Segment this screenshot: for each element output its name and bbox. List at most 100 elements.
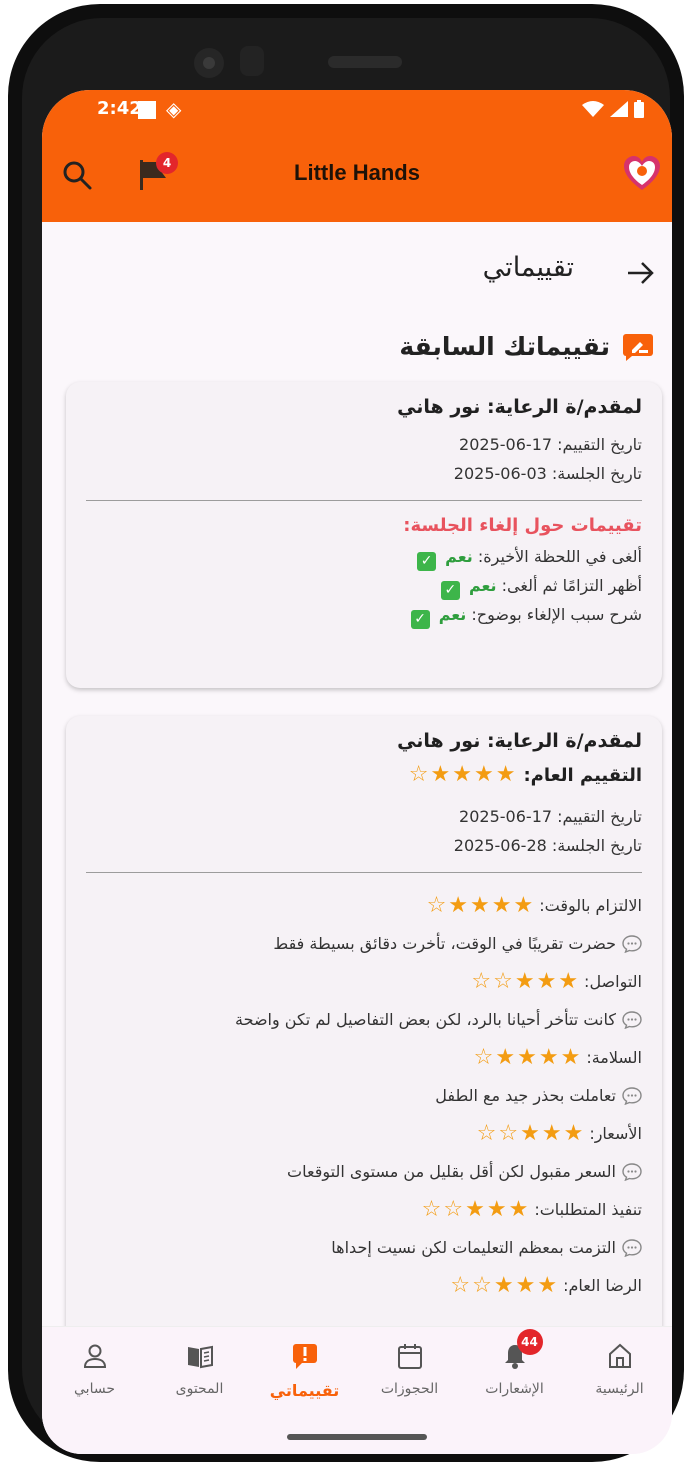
criterion-comment: السعر مقبول لكن أقل بقليل من مستوى التوق… [86, 1153, 642, 1191]
nav-notifications-label: الإشعارات [485, 1381, 544, 1397]
criterion-comment: حضرت تقريبًا في الوقت، تأخرت دقائق بسيطة… [86, 925, 642, 963]
star-rating: ★ ★ ★ ★ ☆ [409, 764, 516, 786]
sensor [240, 46, 264, 76]
nav-home[interactable]: الرئيسية [567, 1341, 672, 1411]
star-filled-icon: ★ [452, 762, 472, 787]
app-title: Little Hands [294, 160, 420, 185]
star-filled-icon: ★ [473, 762, 494, 787]
status-bar: 2:42 ◈ [42, 90, 672, 130]
cancel-item-label: أظهر التزامًا ثم ألغى: [501, 576, 642, 595]
cancel-item: شرح سبب الإلغاء بوضوح: نعم ✓ [86, 600, 642, 629]
check-icon: ✓ [410, 610, 430, 629]
star-filled-icon: ★ [536, 969, 557, 994]
content-area: تقييماتي تقييماتك السابقة لمقدم/ة الرعاي… [42, 222, 672, 1326]
home-icon [608, 1343, 631, 1368]
star-empty-icon: ☆ [408, 762, 429, 787]
bottom-navigation: الرئيسية 44 الإشعارات الحجوزات تقييماتي [42, 1326, 672, 1454]
star-empty-icon: ☆ [426, 893, 447, 918]
section-header: تقييماتك السابقة [399, 332, 654, 361]
star-rating: ★ ★ ★ ★ ☆ [474, 1047, 581, 1069]
comment-text: كانت تتأخر أحيانا بالرد، لكن بعض التفاصي… [235, 1010, 616, 1029]
criterion-label: السلامة: [586, 1048, 642, 1067]
star-empty-icon: ☆ [472, 1273, 492, 1298]
feedback-icon [292, 1344, 317, 1369]
star-empty-icon: ☆ [421, 1197, 442, 1222]
star-filled-icon: ★ [538, 1045, 559, 1070]
star-filled-icon: ★ [430, 762, 451, 787]
comment-text: السعر مقبول لكن أقل بقليل من مستوى التوق… [287, 1162, 616, 1181]
star-filled-icon: ★ [558, 969, 579, 994]
criterion-row: الالتزام بالوقت: ★ ★ ★ ★ ☆ [86, 887, 642, 925]
star-filled-icon: ★ [470, 893, 490, 918]
status-icons [582, 100, 644, 118]
book-icon [187, 1345, 213, 1369]
star-filled-icon: ★ [491, 893, 512, 918]
nav-notifications[interactable]: 44 الإشعارات [462, 1329, 567, 1411]
star-filled-icon: ★ [560, 1045, 581, 1070]
session-date: تاريخ الجلسة: 03-06-2025 [453, 464, 642, 483]
star-filled-icon: ★ [508, 1197, 529, 1222]
back-arrow-icon[interactable] [624, 258, 658, 288]
comment-icon [622, 1011, 642, 1029]
heart-logo-icon[interactable] [622, 154, 662, 194]
star-empty-icon: ☆ [493, 969, 513, 994]
star-filled-icon: ★ [495, 1045, 516, 1070]
cancel-ratings-title: تقييمات حول إلغاء الجلسة: [403, 515, 642, 536]
criterion-row: الرضا العام: ★ ★ ★ ☆ ☆ [86, 1267, 642, 1305]
star-filled-icon: ★ [448, 893, 469, 918]
battery-icon [634, 100, 644, 118]
cancel-item-value: نعم [445, 547, 473, 566]
nav-ratings-label: تقييماتي [269, 1381, 340, 1400]
nav-bookings-label: الحجوزات [380, 1381, 439, 1397]
star-filled-icon: ★ [537, 1273, 558, 1298]
criterion-comment: التزمت بمعظم التعليمات لكن نسيت إحداها [86, 1229, 642, 1267]
criterion-label: الالتزام بالوقت: [539, 896, 642, 915]
nav-ratings[interactable]: تقييماتي [252, 1341, 357, 1411]
rate-review-icon [623, 333, 653, 361]
nav-items: الرئيسية 44 الإشعارات الحجوزات تقييماتي [42, 1329, 672, 1411]
app-bar: 2:42 ◈ 4 Little Hands [42, 90, 672, 222]
cancel-item-label: شرح سبب الإلغاء بوضوح: [471, 605, 642, 624]
nav-bookings[interactable]: الحجوزات [357, 1341, 462, 1411]
star-empty-icon: ☆ [471, 969, 492, 994]
star-empty-icon: ☆ [473, 1045, 494, 1070]
star-filled-icon: ★ [486, 1197, 507, 1222]
comment-icon [622, 1087, 642, 1105]
earpiece [328, 56, 402, 68]
comment-icon [622, 1163, 642, 1181]
comment-text: التزمت بمعظم التعليمات لكن نسيت إحداها [331, 1238, 616, 1257]
person-icon [83, 1344, 106, 1368]
star-filled-icon: ★ [493, 1273, 514, 1298]
rating-card: لمقدم/ة الرعاية: نور هاني التقييم العام:… [66, 716, 662, 1326]
signal-icon [610, 101, 628, 117]
comment-icon [622, 935, 642, 953]
rating-card: لمقدم/ة الرعاية: نور هاني تاريخ التقييم:… [66, 382, 662, 688]
star-filled-icon: ★ [495, 762, 516, 787]
star-empty-icon: ☆ [498, 1121, 519, 1146]
star-rating: ★ ★ ★ ☆ ☆ [422, 1199, 529, 1221]
toolbar: 4 Little Hands [42, 142, 672, 212]
phone-frame: 2:42 ◈ 4 Little Hands تقييماتي تقييماتك … [8, 4, 684, 1462]
screen: 2:42 ◈ 4 Little Hands تقييماتي تقييماتك … [42, 90, 672, 1454]
cancel-item-label: ألغى في اللحظة الأخيرة: [477, 547, 642, 566]
star-filled-icon: ★ [513, 893, 534, 918]
star-filled-icon: ★ [563, 1121, 584, 1146]
nav-account-label: حسابي [74, 1381, 115, 1397]
calendar-icon [397, 1344, 422, 1369]
star-empty-icon: ☆ [443, 1197, 464, 1222]
cancel-item-value: نعم [468, 576, 497, 595]
page-title: تقييماتي [482, 252, 574, 283]
criterion-label: التواصل: [584, 972, 642, 991]
wifi-icon [582, 101, 604, 117]
home-indicator[interactable] [287, 1434, 427, 1440]
criterion-row: الأسعار: ★ ★ ★ ☆ ☆ [86, 1115, 642, 1153]
check-icon: ✓ [417, 552, 437, 571]
criterion-comment: كانت تتأخر أحيانا بالرد، لكن بعض التفاصي… [86, 1001, 642, 1039]
star-filled-icon: ★ [517, 1045, 537, 1070]
nav-account[interactable]: حسابي [42, 1341, 147, 1411]
nav-content[interactable]: المحتوى [147, 1341, 252, 1411]
provider-name: لمقدم/ة الرعاية: نور هاني [397, 730, 642, 752]
nav-content-label: المحتوى [175, 1381, 224, 1397]
star-rating: ★ ★ ★ ★ ☆ [427, 895, 534, 917]
nav-home-label: الرئيسية [595, 1381, 644, 1397]
